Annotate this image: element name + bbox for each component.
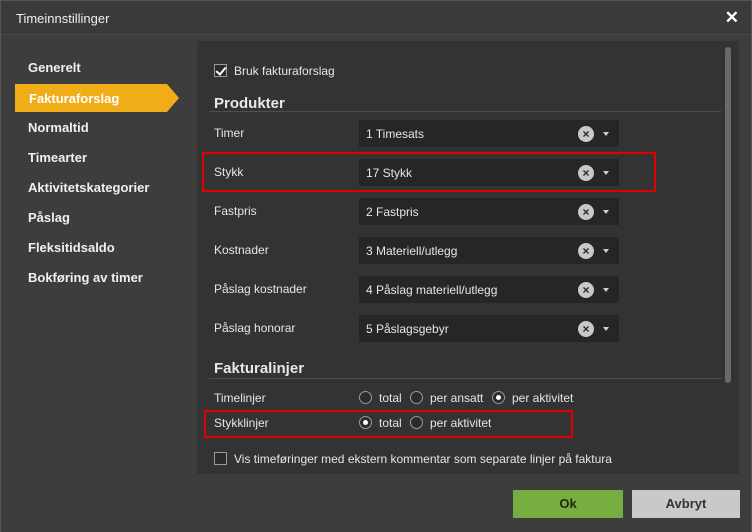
timelinjer-per-ansatt-label: per ansatt bbox=[430, 391, 484, 405]
clear-icon[interactable]: × bbox=[578, 126, 594, 142]
paslag-kostnader-select-value: 4 Påslag materiell/utlegg bbox=[366, 283, 498, 297]
settings-dialog: Timeinnstillinger ✕ Generelt Fakturafors… bbox=[0, 0, 752, 532]
timelinjer-total-label: total bbox=[379, 391, 402, 405]
dialog-titlebar: Timeinnstillinger ✕ bbox=[1, 1, 751, 35]
paslag-honorar-label: Påslag honorar bbox=[214, 321, 296, 335]
sidebar-item-fakturaforslag[interactable]: Fakturaforslag bbox=[15, 84, 179, 112]
kostnader-select[interactable]: 3 Materiell/utlegg × bbox=[359, 237, 619, 264]
sidebar-item-generelt[interactable]: Generelt bbox=[28, 60, 81, 75]
clear-icon[interactable]: × bbox=[578, 243, 594, 259]
sidebar-item-timearter[interactable]: Timearter bbox=[28, 150, 87, 165]
paslag-kostnader-select[interactable]: 4 Påslag materiell/utlegg × bbox=[359, 276, 619, 303]
sidebar-item-paslag[interactable]: Påslag bbox=[28, 210, 70, 225]
invoice-lines-heading: Fakturalinjer bbox=[214, 360, 305, 377]
products-divider bbox=[209, 111, 721, 112]
sidebar-item-bokforing[interactable]: Bokføring av timer bbox=[28, 270, 143, 285]
paslag-honorar-select-value: 5 Påslagsgebyr bbox=[366, 322, 449, 336]
timelinjer-per-aktivitet-label: per aktivitet bbox=[512, 391, 574, 405]
external-comment-label: Vis timeføringer med ekstern kommentar s… bbox=[234, 452, 612, 466]
timer-select-value: 1 Timesats bbox=[366, 127, 425, 141]
highlight-stykk-row bbox=[202, 152, 656, 192]
scrollbar[interactable] bbox=[725, 47, 731, 383]
paslag-kostnader-label: Påslag kostnader bbox=[214, 282, 307, 296]
kostnader-select-value: 3 Materiell/utlegg bbox=[366, 244, 458, 258]
dialog-title: Timeinnstillinger bbox=[16, 11, 110, 26]
highlight-stykklinjer-row bbox=[204, 410, 573, 438]
fastpris-select[interactable]: 2 Fastpris × bbox=[359, 198, 619, 225]
paslag-honorar-select[interactable]: 5 Påslagsgebyr × bbox=[359, 315, 619, 342]
external-comment-checkbox[interactable] bbox=[214, 452, 227, 465]
use-suggestion-checkbox[interactable] bbox=[214, 64, 227, 77]
sidebar: Generelt Fakturaforslag Normaltid Timear… bbox=[1, 35, 196, 475]
timer-label: Timer bbox=[214, 126, 245, 140]
sidebar-item-label: Fakturaforslag bbox=[29, 91, 120, 106]
sidebar-item-fleksitidsaldo[interactable]: Fleksitidsaldo bbox=[28, 240, 115, 255]
invoice-lines-divider bbox=[209, 378, 721, 379]
timelinjer-label: Timelinjer bbox=[214, 391, 266, 405]
clear-icon[interactable]: × bbox=[578, 321, 594, 337]
sidebar-item-normaltid[interactable]: Normaltid bbox=[28, 120, 89, 135]
timelinjer-total-radio[interactable] bbox=[359, 391, 372, 404]
clear-icon[interactable]: × bbox=[578, 204, 594, 220]
sidebar-item-aktivitetskategorier[interactable]: Aktivitetskategorier bbox=[28, 180, 149, 195]
timelinjer-per-aktivitet-radio[interactable] bbox=[492, 391, 505, 404]
use-suggestion-label: Bruk fakturaforslag bbox=[234, 64, 335, 78]
chevron-down-icon[interactable] bbox=[603, 288, 609, 292]
timer-select[interactable]: 1 Timesats × bbox=[359, 120, 619, 147]
ok-button[interactable]: Ok bbox=[513, 490, 623, 518]
close-icon[interactable]: ✕ bbox=[725, 8, 739, 28]
chevron-down-icon[interactable] bbox=[603, 249, 609, 253]
chevron-down-icon[interactable] bbox=[603, 327, 609, 331]
timelinjer-per-ansatt-radio[interactable] bbox=[410, 391, 423, 404]
fastpris-label: Fastpris bbox=[214, 204, 257, 218]
cancel-button[interactable]: Avbryt bbox=[632, 490, 740, 518]
clear-icon[interactable]: × bbox=[578, 282, 594, 298]
kostnader-label: Kostnader bbox=[214, 243, 269, 257]
products-heading: Produkter bbox=[214, 95, 285, 112]
chevron-down-icon[interactable] bbox=[603, 210, 609, 214]
fastpris-select-value: 2 Fastpris bbox=[366, 205, 419, 219]
chevron-down-icon[interactable] bbox=[603, 132, 609, 136]
